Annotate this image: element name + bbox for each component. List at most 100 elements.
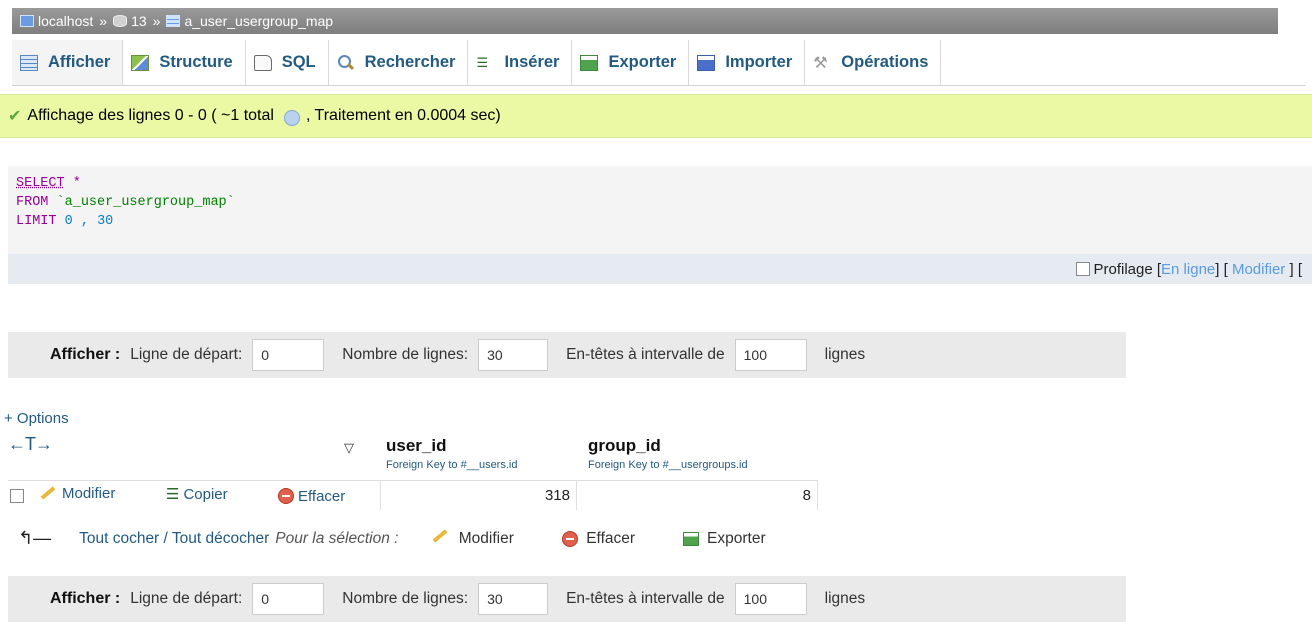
tab-structure[interactable]: Structure — [123, 40, 246, 85]
bulk-delete-label: Effacer — [586, 529, 636, 547]
tab-sql[interactable]: SQL — [246, 40, 329, 85]
navigation-bar-top: Afficher : Ligne de départ: 0 Nombre de … — [8, 332, 1126, 378]
start-row-input[interactable]: 0 — [252, 339, 325, 371]
operations-icon — [813, 53, 831, 73]
cell-user-id[interactable]: 318 — [380, 480, 576, 510]
column-arrows[interactable]: ←T→ — [8, 434, 53, 455]
export-icon — [580, 54, 599, 71]
insert-icon: ☰ — [476, 54, 489, 70]
table-icon — [166, 15, 181, 27]
sort-arrow-icon[interactable]: ▽ — [344, 440, 354, 456]
row-edit-label: Modifier — [62, 485, 116, 502]
breadcrumb-server[interactable]: localhost — [20, 13, 93, 29]
cell-group-id[interactable]: 8 — [576, 480, 818, 510]
status-timing: , Traitement en 0.0004 sec) — [305, 107, 501, 124]
row-count-label: Nombre de lignes: — [342, 590, 469, 607]
bulk-edit-button[interactable]: Modifier — [424, 528, 514, 548]
header-interval-input[interactable]: 100 — [734, 339, 807, 371]
sql-limit-count: 30 — [97, 214, 114, 229]
tab-import[interactable]: Importer — [689, 40, 806, 85]
bulk-actions: ↰— Tout cocher / Tout décocher Pour la s… — [18, 528, 814, 549]
row-checkbox[interactable] — [10, 489, 24, 504]
show-label: Afficher : — [50, 590, 121, 607]
sql-from-keyword: FROM — [16, 195, 49, 210]
row-edit-button[interactable]: Modifier — [32, 485, 115, 502]
column-hint-user-id: Foreign Key to #__users.id — [386, 459, 518, 471]
sql-limit-comma: , — [80, 214, 89, 229]
export-icon — [683, 531, 700, 546]
tab-search-label: Rechercher — [364, 53, 456, 71]
profiling-checkbox[interactable] — [1075, 262, 1090, 276]
sql-select-keyword[interactable]: SELECT — [16, 176, 65, 191]
start-row-label: Ligne de départ: — [130, 590, 243, 607]
server-icon — [20, 15, 34, 27]
tab-insert[interactable]: ☰ Insérer — [468, 40, 573, 85]
row-delete-button[interactable]: Effacer — [278, 485, 345, 505]
tab-structure-label: Structure — [159, 53, 233, 71]
tab-search[interactable]: Rechercher — [329, 40, 469, 85]
options-link[interactable]: + Options — [4, 410, 69, 427]
breadcrumb-database[interactable]: 13 — [113, 13, 147, 29]
bulk-edit-label: Modifier — [458, 529, 514, 547]
bulk-delete-button[interactable]: Effacer — [561, 529, 636, 548]
tab-sql-label: SQL — [281, 53, 316, 71]
profiling-bar: Profilage [En ligne] [ Modifier ] [ — [8, 254, 1312, 284]
tab-bar: Afficher Structure SQL Rechercher ☰ Insér… — [12, 40, 1306, 86]
browse-icon — [20, 54, 38, 71]
tab-import-label: Importer — [725, 53, 793, 71]
tab-browse[interactable]: Afficher — [12, 40, 124, 85]
bulk-export-button[interactable]: Exporter — [683, 530, 766, 548]
with-selected-label: Pour la sélection : — [275, 529, 399, 547]
start-row-label: Ligne de départ: — [130, 346, 243, 363]
lines-label: lignes — [824, 346, 866, 363]
copy-icon: ☰ — [166, 486, 180, 503]
tab-browse-label: Afficher — [48, 53, 111, 71]
row-count-input[interactable]: 30 — [478, 339, 549, 371]
header-interval-label: En-têtes à intervalle de — [566, 346, 725, 363]
tab-export[interactable]: Exporter — [572, 40, 690, 85]
sql-star: * — [72, 176, 81, 191]
row-delete-label: Effacer — [298, 488, 346, 505]
header-interval-input[interactable]: 100 — [734, 583, 807, 615]
select-arrow-icon: ↰— — [18, 528, 52, 548]
import-icon — [697, 54, 716, 71]
bracket-close: ] — [1215, 260, 1220, 278]
breadcrumb-server-label[interactable]: localhost — [38, 13, 93, 29]
search-icon — [337, 54, 355, 71]
edit-query-link[interactable]: Modifier — [1232, 261, 1285, 278]
tab-insert-label: Insérer — [504, 53, 560, 71]
breadcrumb-separator: » — [99, 13, 108, 29]
start-row-input[interactable]: 0 — [252, 583, 325, 615]
show-label: Afficher : — [50, 346, 121, 363]
inline-edit-link[interactable]: En ligne — [1161, 261, 1215, 278]
row-count-input[interactable]: 30 — [478, 583, 549, 615]
sql-icon — [253, 54, 272, 71]
breadcrumb-separator: » — [152, 13, 161, 29]
column-header-user-id[interactable]: user_id — [386, 436, 446, 456]
profiling-label: Profilage — [1093, 260, 1153, 278]
row-copy-button[interactable]: ☰ Copier — [166, 485, 228, 503]
bulk-export-label: Exporter — [707, 529, 766, 547]
row-count-label: Nombre de lignes: — [342, 346, 469, 363]
header-interval-label: En-têtes à intervalle de — [566, 590, 725, 607]
tab-operations[interactable]: Opérations — [805, 40, 942, 85]
success-message: ✔ Affichage des lignes 0 - 0 ( ~1 total … — [0, 94, 1312, 138]
breadcrumb-table-label[interactable]: a_user_usergroup_map — [184, 13, 333, 29]
lines-label: lignes — [824, 590, 866, 607]
check-all-link[interactable]: Tout cocher / Tout décocher — [79, 530, 269, 548]
row-copy-label: Copier — [183, 486, 228, 503]
delete-icon — [561, 530, 578, 547]
check-icon: ✔ — [8, 108, 22, 125]
breadcrumb-database-label[interactable]: 13 — [131, 13, 147, 29]
sql-limit-offset: 0 — [64, 214, 73, 229]
tab-operations-label: Opérations — [841, 53, 929, 71]
breadcrumb-table[interactable]: a_user_usergroup_map — [166, 13, 333, 29]
sql-table-name: `a_user_usergroup_map` — [56, 195, 235, 210]
database-icon — [113, 15, 128, 27]
breadcrumb: localhost » 13 » a_user_usergroup_map — [12, 8, 1278, 34]
column-header-group-id[interactable]: group_id — [588, 436, 661, 456]
info-icon[interactable] — [283, 110, 300, 126]
tab-export-label: Exporter — [608, 53, 677, 71]
status-text: Affichage des lignes 0 - 0 ( ~1 total — [27, 107, 274, 124]
delete-icon — [278, 488, 294, 504]
